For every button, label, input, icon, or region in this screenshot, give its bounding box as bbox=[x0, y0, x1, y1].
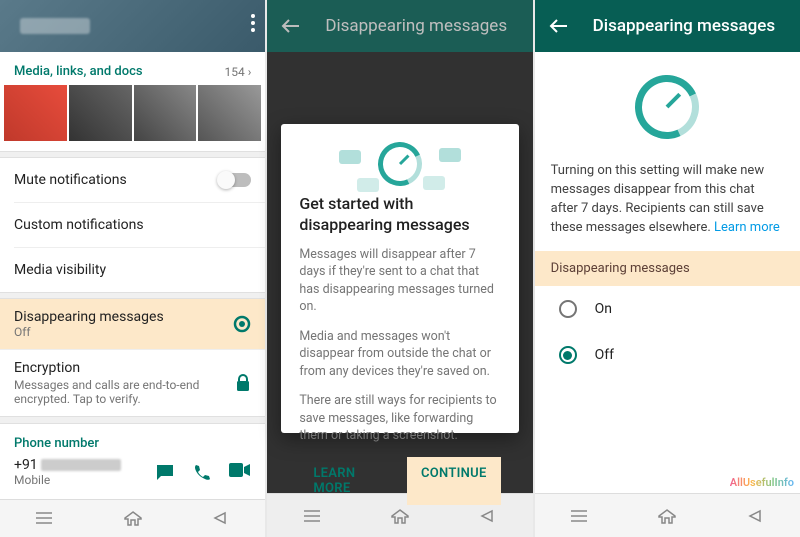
media-section-header[interactable]: Media, links, and docs 154 › bbox=[0, 52, 265, 85]
media-thumb[interactable] bbox=[134, 85, 197, 141]
mute-notifications-row[interactable]: Mute notifications bbox=[0, 158, 265, 202]
disappearing-messages-row[interactable]: Disappearing messages Off bbox=[0, 299, 265, 349]
dialog-paragraph: There are still ways for recipients to s… bbox=[299, 392, 500, 445]
back-icon[interactable] bbox=[478, 509, 498, 523]
chat-bubble-icon bbox=[439, 148, 461, 162]
profile-header[interactable] bbox=[0, 0, 265, 52]
media-thumb[interactable] bbox=[198, 85, 261, 141]
dialog-paragraph: Messages will disappear after 7 days if … bbox=[299, 246, 500, 316]
message-icon[interactable] bbox=[155, 463, 175, 481]
divider bbox=[0, 292, 265, 299]
illustration bbox=[535, 52, 800, 162]
encryption-row[interactable]: Encryption Messages and calls are end-to… bbox=[0, 350, 265, 416]
timer-icon bbox=[372, 136, 428, 192]
timer-icon bbox=[233, 315, 251, 333]
description-text: Turning on this setting will make new me… bbox=[535, 162, 800, 251]
contact-name-blurred bbox=[20, 18, 90, 34]
chat-bubble-icon bbox=[357, 178, 379, 192]
back-icon[interactable] bbox=[211, 511, 231, 525]
dialog-paragraph: Media and messages won't disappear from … bbox=[299, 328, 500, 381]
radio-on-row[interactable]: On bbox=[535, 286, 800, 332]
system-navbar bbox=[0, 499, 265, 537]
intro-dialog: Get started with disappearing messages M… bbox=[281, 124, 518, 433]
home-icon[interactable] bbox=[390, 508, 410, 524]
app-bar-title: Disappearing messages bbox=[325, 16, 507, 36]
media-thumb[interactable] bbox=[69, 85, 132, 141]
learn-more-link[interactable]: Learn more bbox=[714, 220, 780, 235]
learn-more-button[interactable]: LEARN MORE bbox=[299, 457, 401, 505]
row-label: Mute notifications bbox=[14, 172, 127, 188]
phone-type: Mobile bbox=[14, 473, 155, 487]
row-sublabel: Off bbox=[14, 325, 164, 339]
dialog-title: Get started with disappearing messages bbox=[299, 194, 500, 236]
chat-bubble-icon bbox=[339, 150, 361, 164]
dialog-screen: Disappearing messages Get started with d… bbox=[267, 0, 532, 537]
call-icon[interactable] bbox=[193, 463, 211, 481]
chat-info-screen: Media, links, and docs 154 › Mute notifi… bbox=[0, 0, 265, 537]
scrim[interactable]: Get started with disappearing messages M… bbox=[267, 52, 532, 493]
custom-notifications-row[interactable]: Custom notifications bbox=[0, 203, 265, 247]
media-section-title: Media, links, and docs bbox=[14, 64, 143, 79]
continue-button[interactable]: CONTINUE bbox=[407, 457, 501, 505]
back-icon[interactable] bbox=[746, 509, 766, 523]
back-arrow-icon[interactable] bbox=[549, 18, 569, 34]
media-thumbnails[interactable] bbox=[0, 85, 265, 151]
disappearing-settings-screen: Disappearing messages Turning on this se… bbox=[535, 0, 800, 537]
row-label: Custom notifications bbox=[14, 217, 144, 233]
dialog-actions: LEARN MORE CONTINUE bbox=[299, 457, 500, 505]
recent-apps-icon[interactable] bbox=[34, 511, 54, 525]
app-bar-title: Disappearing messages bbox=[593, 16, 775, 36]
lock-icon bbox=[235, 374, 251, 392]
radio-on-icon[interactable] bbox=[559, 346, 577, 364]
divider bbox=[0, 416, 265, 423]
video-call-icon[interactable] bbox=[229, 463, 251, 481]
phone-number: +91 bbox=[14, 457, 155, 473]
back-arrow-icon[interactable] bbox=[281, 18, 301, 34]
timer-icon bbox=[626, 66, 708, 148]
divider bbox=[0, 151, 265, 158]
row-label: Disappearing messages bbox=[14, 309, 164, 325]
dialog-illustration bbox=[299, 142, 500, 186]
row-label: Encryption bbox=[14, 360, 235, 376]
watermark: AllUsefulInfo bbox=[730, 476, 794, 489]
radio-label: On bbox=[595, 301, 612, 317]
row-sublabel: Messages and calls are end-to-end encryp… bbox=[14, 378, 235, 406]
row-label: Media visibility bbox=[14, 262, 106, 278]
mute-toggle[interactable] bbox=[219, 173, 251, 187]
recent-apps-icon[interactable] bbox=[569, 509, 589, 523]
recent-apps-icon[interactable] bbox=[302, 509, 322, 523]
radio-label: Off bbox=[595, 347, 614, 363]
media-thumb[interactable] bbox=[4, 85, 67, 141]
home-icon[interactable] bbox=[657, 508, 677, 524]
media-count: 154 › bbox=[225, 65, 252, 79]
system-navbar bbox=[535, 493, 800, 537]
app-bar: Disappearing messages bbox=[267, 0, 532, 52]
chat-bubble-icon bbox=[423, 176, 445, 190]
app-bar: Disappearing messages bbox=[535, 0, 800, 52]
media-visibility-row[interactable]: Media visibility bbox=[0, 248, 265, 292]
radio-off-row[interactable]: Off bbox=[535, 332, 800, 378]
phone-section-title: Phone number bbox=[0, 424, 265, 453]
phone-blurred bbox=[41, 459, 121, 471]
section-header: Disappearing messages bbox=[535, 251, 800, 286]
home-icon[interactable] bbox=[123, 510, 143, 526]
radio-off-icon[interactable] bbox=[559, 300, 577, 318]
more-options-icon[interactable] bbox=[251, 14, 255, 32]
phone-row[interactable]: +91 Mobile bbox=[0, 453, 265, 499]
